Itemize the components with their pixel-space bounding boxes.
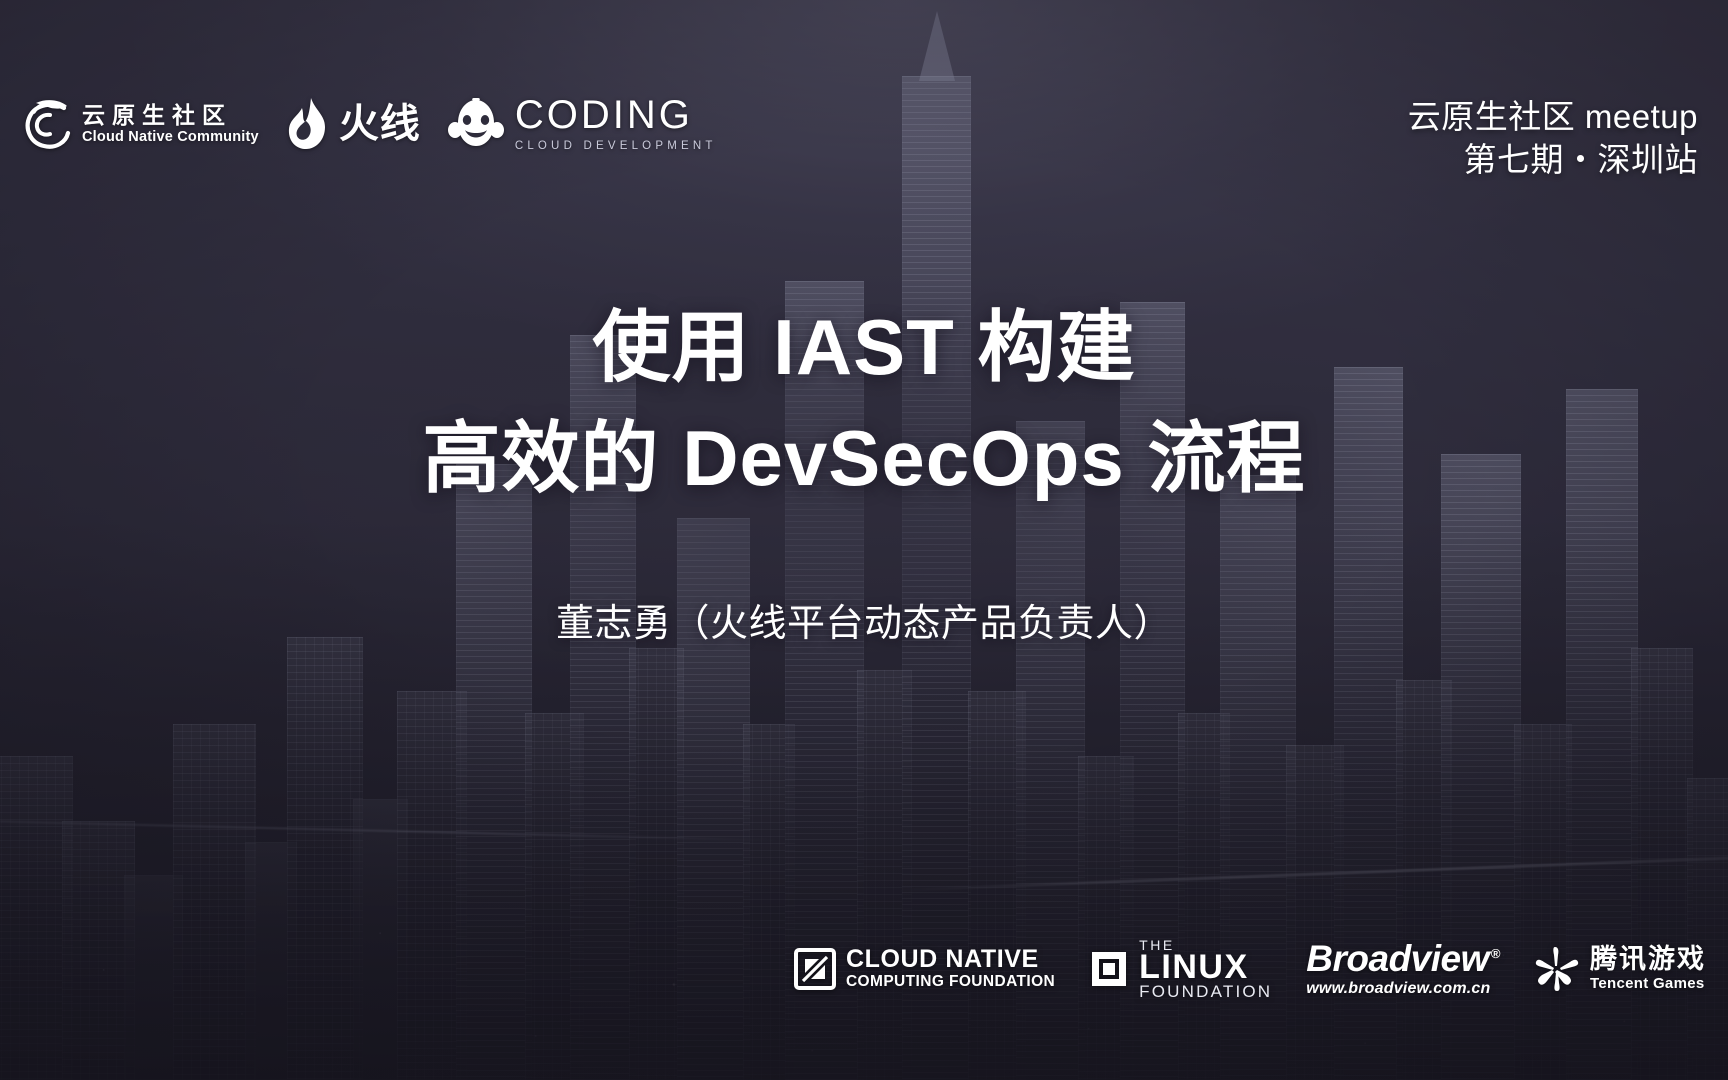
tencent-games-star-icon [1534,946,1580,992]
partner-logo-row: 云原生社区 Cloud Native Community 火线 CODING C… [20,95,717,153]
cnc-english-name: Cloud Native Community [82,128,259,145]
registered-trademark-icon: ® [1490,945,1501,961]
coding-tagline: CLOUD DEVELOPMENT [514,140,717,153]
logo-tencent-games: 腾讯游戏 Tencent Games [1534,945,1706,992]
monkey-face-icon [447,97,505,150]
logo-cloud-native-community: 云原生社区 Cloud Native Community [20,95,259,153]
logo-cncf: CLOUD NATIVE COMPUTING FOUNDATION [793,945,1056,992]
cnc-swirl-icon [20,95,72,153]
lf-foundation: FOUNDATION [1139,982,1273,1001]
presentation-slide: 云原生社区 Cloud Native Community 火线 CODING C… [0,0,1728,1080]
tencent-chinese-name: 腾讯游戏 [1590,944,1706,975]
logo-coding: CODING CLOUD DEVELOPMENT [447,95,717,153]
sponsor-logo-row: CLOUD NATIVE COMPUTING FOUNDATION THE LI… [793,938,1706,1000]
cnc-chinese-name: 云原生社区 [82,101,232,128]
coding-wordmark: CODING [514,93,693,138]
lf-linux: LINUX [1139,948,1249,986]
logo-broadview: Broadview ® www.broadview.com.cn [1306,940,1500,998]
event-info: 云原生社区 meetup 第七期・深圳站 [1408,96,1698,182]
cncf-hexagon-icon [793,948,836,990]
title-line-2: 高效的 DevSecOps 流程 [422,413,1306,502]
logo-linux-foundation: THE LINUX FOUNDATION [1089,938,1272,1000]
broadview-url: www.broadview.com.cn [1306,980,1491,997]
tencent-english-name: Tencent Games [1590,974,1705,992]
event-session: 第七期・深圳站 [1463,140,1698,178]
event-title: 云原生社区 meetup [1407,98,1698,135]
flame-icon [285,97,329,151]
cncf-line-1: CLOUD NATIVE [845,945,1039,974]
huoxian-chinese-name: 火线 [338,102,421,146]
logo-huoxian: 火线 [285,97,421,151]
title-line-1: 使用 IAST 构建 [592,303,1136,391]
page-title: 使用 IAST 构建 高效的 DevSecOps 流程 [0,292,1728,514]
broadview-wordmark: Broadview ® [1306,940,1500,977]
speaker-name: 董志勇（火线平台动态产品负责人） [555,603,1172,645]
cncf-line-2: COMPUTING FOUNDATION [845,973,1056,991]
linux-foundation-square-icon [1089,949,1129,989]
broadview-name: Broadview [1306,938,1489,979]
